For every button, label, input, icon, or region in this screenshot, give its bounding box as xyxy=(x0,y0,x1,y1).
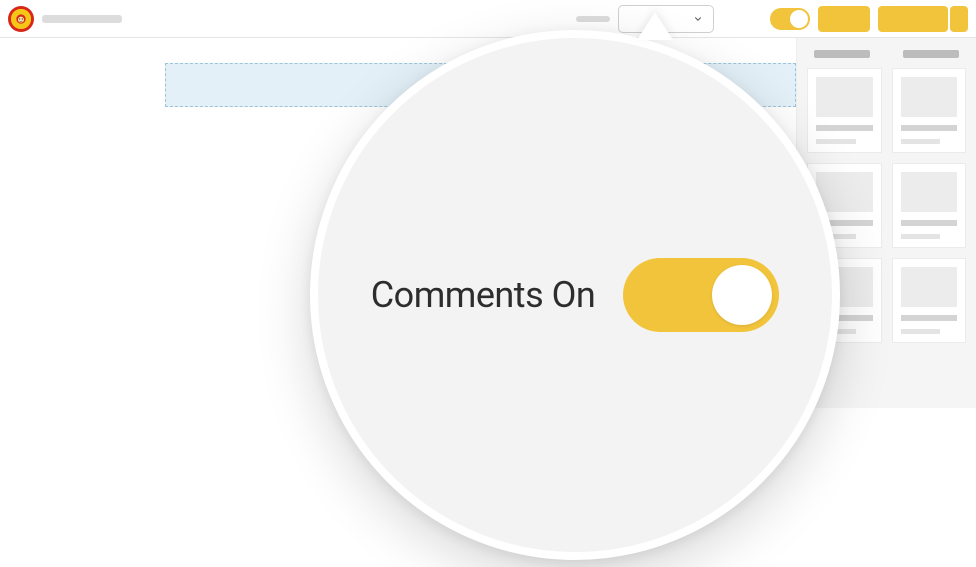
card-subtitle-placeholder xyxy=(901,234,941,239)
toggle-knob xyxy=(790,10,808,28)
card-thumbnail xyxy=(901,77,958,117)
card-thumbnail xyxy=(901,172,958,212)
sidebar-card[interactable] xyxy=(807,68,882,153)
chevron-down-icon xyxy=(693,14,703,24)
sidebar-tab-1[interactable] xyxy=(814,50,870,58)
sidebar-tab-2[interactable] xyxy=(903,50,959,58)
card-subtitle-placeholder xyxy=(816,139,856,144)
app-logo[interactable] xyxy=(8,6,34,32)
card-title-placeholder xyxy=(901,220,958,226)
toolbar-label-placeholder xyxy=(576,16,610,22)
card-thumbnail xyxy=(901,267,958,307)
comments-toggle-zoomed[interactable] xyxy=(623,258,779,332)
toolbar-action-button-2-dropdown[interactable] xyxy=(950,6,968,32)
comments-toggle-label: Comments On xyxy=(371,274,596,316)
comments-toggle[interactable] xyxy=(770,8,810,30)
card-thumbnail xyxy=(816,77,873,117)
card-subtitle-placeholder xyxy=(901,329,941,334)
page-title-placeholder xyxy=(42,15,122,23)
left-gutter xyxy=(0,38,165,567)
magnifier-overlay: Comments On xyxy=(310,30,840,560)
sidebar-tabs xyxy=(797,44,976,68)
card-title-placeholder xyxy=(901,125,958,131)
toggle-knob-zoomed xyxy=(712,265,772,325)
sidebar-card[interactable] xyxy=(892,163,967,248)
card-title-placeholder xyxy=(816,125,873,131)
sidebar-card[interactable] xyxy=(892,68,967,153)
toolbar-action-button-2-main[interactable] xyxy=(878,6,948,32)
monkey-icon xyxy=(13,11,29,27)
toolbar-split-button xyxy=(878,6,968,32)
top-toolbar xyxy=(0,0,976,38)
sidebar-card[interactable] xyxy=(892,258,967,343)
toolbar-action-button-1[interactable] xyxy=(818,6,870,32)
card-subtitle-placeholder xyxy=(901,139,941,144)
card-title-placeholder xyxy=(901,315,958,321)
